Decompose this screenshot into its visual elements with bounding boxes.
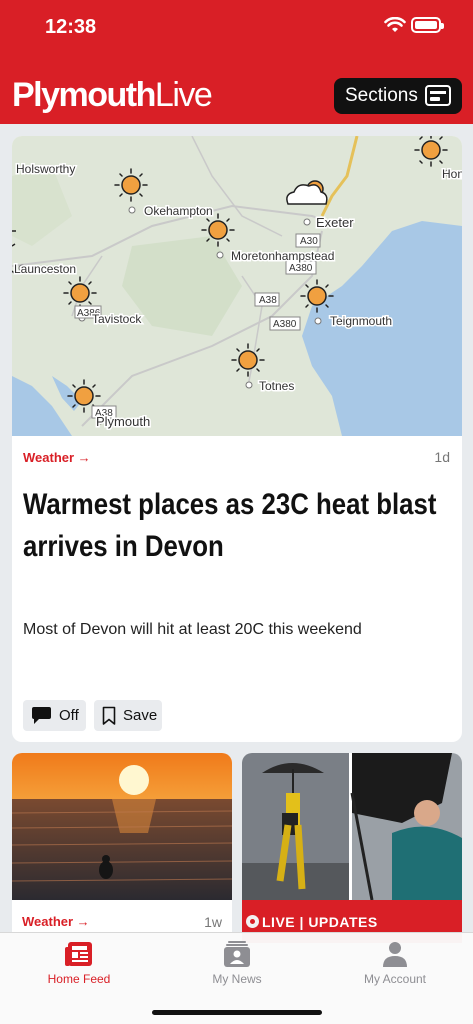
my-news-icon [224,941,250,967]
weather-map-image: A30 A380 A38 A380 A386 A38 Holsworthy Ok… [12,136,462,436]
tab-home-feed-label: Home Feed [47,972,111,986]
status-time: 12:38 [45,16,97,38]
map-road-a30: A30 [300,236,318,247]
live-updates-label: LIVE | UPDATES [262,914,378,930]
map-label-hon: Hon [442,167,462,181]
status-bar: 12:38 [0,0,473,56]
sunset-story-card[interactable]: Weather → 1w [12,753,232,943]
comment-bubble-icon [32,707,51,724]
map-road-a380-1: A380 [289,263,313,274]
top-story-card[interactable]: A30 A380 A38 A380 A386 A38 Holsworthy Ok… [12,136,462,742]
map-label-tavistock: Tavistock [92,312,142,326]
map-label-moretonhampstead: Moretonhampstead [231,249,334,263]
save-label: Save [123,707,158,724]
home-feed-icon [65,942,92,966]
map-label-plymouth: Plymouth [96,414,150,429]
tab-my-account[interactable]: My Account [316,933,473,993]
save-button[interactable]: Save [94,700,162,731]
brand-logo[interactable]: PlymouthLive [12,74,213,116]
map-label-exeter: Exeter [316,215,354,230]
map-label-okehampton: Okehampton [144,204,213,218]
story-headline[interactable]: Warmest places as 23C heat blast arrives… [23,484,453,568]
rain-umbrella-image [242,753,462,900]
live-dot-icon [246,915,259,928]
comments-button[interactable]: Off [23,700,86,731]
bookmark-icon [102,706,116,725]
card-age: 1w [204,914,222,930]
story-age: 1d [434,449,450,465]
live-updates-card[interactable]: LIVE | UPDATES [242,753,462,943]
story-category-link[interactable]: Weather → [23,450,91,465]
tab-home-feed[interactable]: Home Feed [0,933,158,993]
story-summary: Most of Devon will hit at least 20C this… [23,621,362,638]
map-label-launceston: Launceston [14,262,76,276]
sections-label: Sections [345,85,418,106]
app-header: 12:38 PlymouthLive Sections [0,0,473,124]
sections-menu-icon [425,85,451,106]
card-category-link[interactable]: Weather → [22,914,90,929]
tab-my-news-label: My News [212,972,262,986]
map-label-teignmouth: Teignmouth [330,314,392,328]
map-road-a380-2: A380 [273,319,297,330]
tab-my-news[interactable]: My News [158,933,316,993]
wifi-icon [384,17,406,32]
home-indicator[interactable] [152,1010,322,1015]
comments-label: Off [59,707,79,724]
sections-button[interactable]: Sections [334,78,462,114]
sunset-sea-image [12,753,232,900]
tab-my-account-label: My Account [363,972,427,986]
map-label-totnes: Totnes [259,379,294,393]
map-label-holsworthy: Holsworthy [16,162,75,176]
battery-icon [411,17,444,33]
my-account-icon [383,942,407,967]
map-road-a38-1: A38 [259,295,277,306]
